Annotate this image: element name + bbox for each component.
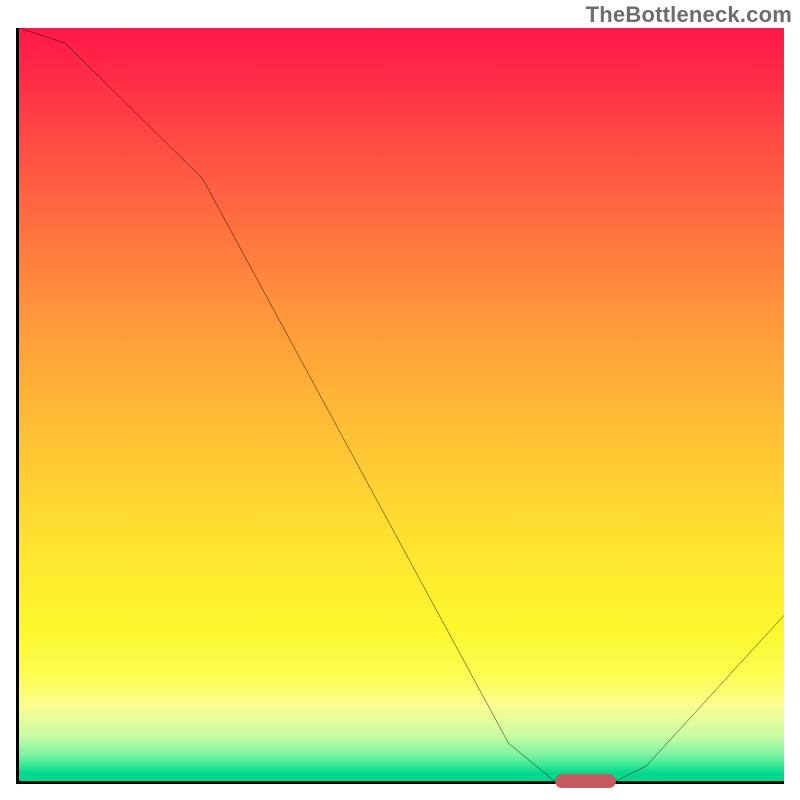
optimal-range-marker xyxy=(555,774,616,788)
plot-frame xyxy=(16,28,784,784)
chart-canvas: TheBottleneck.com xyxy=(0,0,800,800)
bottleneck-curve xyxy=(19,28,784,781)
watermark-text: TheBottleneck.com xyxy=(586,2,792,28)
